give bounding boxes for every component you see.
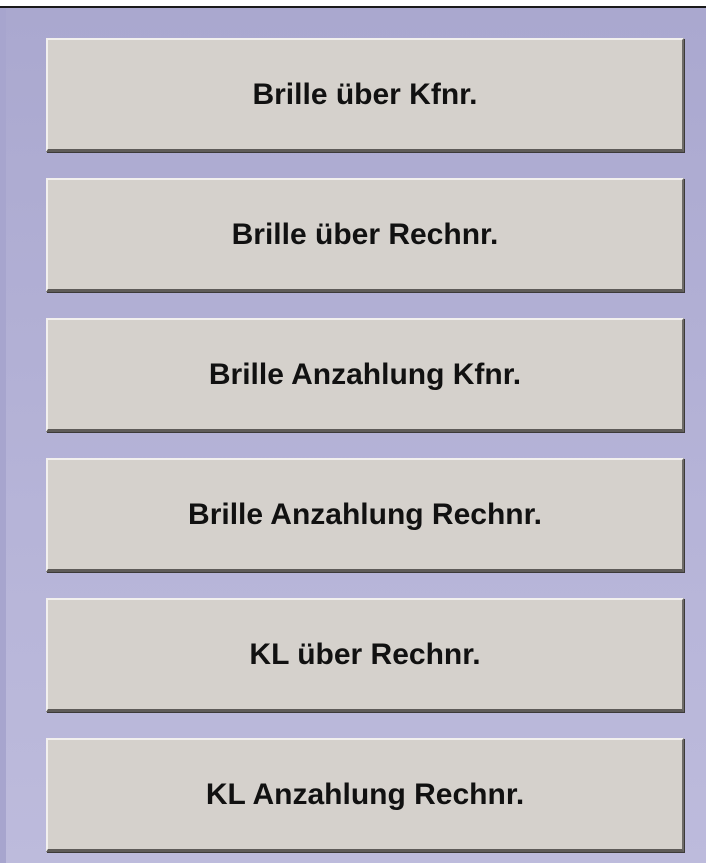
button-label: Brille über Rechnr. xyxy=(231,217,499,251)
brille-anzahlung-kfnr-button[interactable]: Brille Anzahlung Kfnr. xyxy=(46,318,684,432)
button-label: Brille Anzahlung Rechnr. xyxy=(188,497,542,531)
brille-ueber-rechnr-button[interactable]: Brille über Rechnr. xyxy=(46,178,684,292)
button-panel: Brille über Kfnr. Brille über Rechnr. Br… xyxy=(0,8,706,863)
brille-ueber-kfnr-button[interactable]: Brille über Kfnr. xyxy=(46,38,684,152)
kl-ueber-rechnr-button[interactable]: KL über Rechnr. xyxy=(46,598,684,712)
kl-anzahlung-rechnr-button[interactable]: KL Anzahlung Rechnr. xyxy=(46,738,684,852)
top-partial-toolbar xyxy=(0,0,706,8)
button-label: KL Anzahlung Rechnr. xyxy=(205,777,525,811)
button-label: Brille über Kfnr. xyxy=(252,77,478,111)
button-label: Brille Anzahlung Kfnr. xyxy=(208,357,522,391)
button-label: KL über Rechnr. xyxy=(249,637,481,671)
brille-anzahlung-rechnr-button[interactable]: Brille Anzahlung Rechnr. xyxy=(46,458,684,572)
